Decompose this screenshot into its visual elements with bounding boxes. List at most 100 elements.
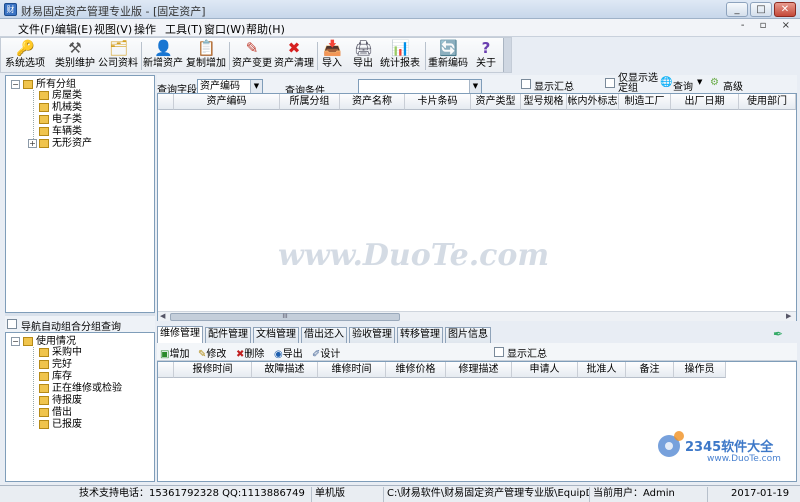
column-header[interactable]: 维修时间 [318, 362, 386, 378]
scrollbar-thumb[interactable]: III [170, 313, 400, 321]
tree-node-usage[interactable]: 使用情况 [23, 336, 76, 347]
column-header[interactable]: 操作员 [674, 362, 726, 378]
detail-add-button[interactable]: ▣增加 [160, 345, 189, 360]
tab-pictures[interactable]: 图片信息 [445, 327, 491, 343]
tab-acceptance[interactable]: 验收管理 [349, 327, 395, 343]
tree-node-category[interactable]: 车辆类 [39, 126, 82, 137]
recode-icon: 🔄 [439, 39, 458, 57]
detail-edit-button[interactable]: ✎修改 [198, 345, 226, 360]
detail-delete-button[interactable]: ✖删除 [236, 345, 264, 360]
query-button[interactable]: 查询 [673, 78, 693, 93]
menu-view[interactable]: 视图(V) [94, 21, 132, 37]
mdi-controls[interactable]: - ▫ × [741, 20, 796, 31]
category-maintain-button[interactable]: ⚒ 类别维护 [55, 40, 95, 72]
query-field-select[interactable]: 资产编码 ▼ [197, 79, 263, 94]
tree-node-status[interactable]: 借出 [39, 407, 72, 418]
tree-expander[interactable]: + [28, 139, 37, 148]
column-header[interactable]: 报修时间 [174, 362, 252, 378]
column-header[interactable]: 申请人 [512, 362, 578, 378]
column-header[interactable]: 资产名称 [340, 94, 405, 110]
app-icon[interactable]: 财 [4, 3, 17, 16]
delete-x-icon: ✖ [287, 39, 301, 57]
tab-transfer[interactable]: 转移管理 [397, 327, 443, 343]
asset-grid[interactable]: 资产编码 所属分组 资产名称 卡片条码 资产类型 型号规格 帐内外标志 制造工厂… [157, 93, 797, 321]
column-header[interactable]: 卡片条码 [405, 94, 471, 110]
export-button[interactable]: 🖨 导出 [350, 40, 376, 72]
tab-lending[interactable]: 借出还入 [301, 327, 347, 343]
menu-operation[interactable]: 操作 [134, 21, 156, 37]
query-condition-input[interactable]: ▼ [358, 79, 482, 94]
close-button[interactable]: ✕ [774, 2, 796, 17]
tree-node-status[interactable]: 采购中 [39, 347, 82, 358]
column-header[interactable]: 帐内外标志 [567, 94, 619, 110]
show-summary-checkbox[interactable] [521, 79, 531, 89]
tab-parts[interactable]: 配件管理 [205, 327, 251, 343]
column-header[interactable]: 备注 [626, 362, 674, 378]
column-header[interactable]: 故障描述 [252, 362, 318, 378]
tree-node-category[interactable]: 无形资产 [39, 138, 92, 149]
toolbar-grip[interactable] [503, 38, 511, 72]
column-header[interactable]: 资产编码 [174, 94, 280, 110]
copy-add-button[interactable]: 📋 复制增加 [186, 40, 226, 72]
column-header[interactable]: 资产类型 [471, 94, 521, 110]
show-selected-group-checkbox[interactable] [605, 78, 615, 88]
column-header[interactable]: 修理描述 [446, 362, 512, 378]
folder-icon [23, 80, 33, 89]
menu-window[interactable]: 窗口(W) [204, 21, 245, 37]
folder-icon [39, 372, 49, 381]
grid-row-indicator [158, 94, 174, 110]
company-icon: 🗂 [109, 39, 129, 57]
scroll-left-icon[interactable]: ◀ [160, 312, 165, 320]
grid-horizontal-scrollbar[interactable]: ◀ III ▶ [158, 311, 796, 321]
restore-button[interactable]: □ [750, 2, 772, 17]
statistics-report-button[interactable]: 📊 统计报表 [380, 40, 420, 72]
column-header[interactable]: 使用部门 [739, 94, 796, 110]
column-header[interactable]: 所属分组 [280, 94, 340, 110]
tree-node-status[interactable]: 完好 [39, 359, 72, 370]
tree-node-status[interactable]: 正在维修或检验 [39, 383, 122, 394]
import-button[interactable]: 📥 导入 [319, 40, 345, 72]
detail-summary-checkbox[interactable] [494, 347, 504, 357]
tree-node-status[interactable]: 待报废 [39, 395, 82, 406]
nav-group-query-checkbox[interactable] [7, 319, 17, 329]
minimize-button[interactable]: _ [726, 2, 748, 17]
folder-icon [39, 420, 49, 429]
tree-expander[interactable]: − [11, 80, 20, 89]
column-header[interactable]: 批准人 [578, 362, 626, 378]
menu-bar: 文件(F) 编辑(E) 视图(V) 操作 工具(T) 窗口(W) 帮助(H) [0, 19, 800, 37]
detail-design-button[interactable]: ✐设计 [312, 345, 340, 360]
asset-change-button[interactable]: ✎ 资产变更 [232, 40, 272, 72]
column-header[interactable]: 出厂日期 [671, 94, 739, 110]
export-icon: 🖨 [354, 39, 374, 57]
tree-node-category[interactable]: 机械类 [39, 102, 82, 113]
chart-icon: 📊 [391, 39, 410, 57]
scroll-right-icon[interactable]: ▶ [786, 312, 791, 320]
company-info-button[interactable]: 🗂 公司资料 [98, 40, 138, 72]
tab-documents[interactable]: 文档管理 [253, 327, 299, 343]
column-header[interactable]: 型号规格 [521, 94, 567, 110]
folder-icon [39, 91, 49, 100]
column-header[interactable]: 维修价格 [386, 362, 446, 378]
menu-tools[interactable]: 工具(T) [165, 21, 202, 37]
advanced-button[interactable]: 高级 [723, 78, 743, 93]
tree-node-category[interactable]: 房屋类 [39, 90, 82, 101]
asset-cleanup-button[interactable]: ✖ 资产清理 [274, 40, 314, 72]
about-button[interactable]: ? 关于 [473, 40, 499, 72]
chevron-down-icon[interactable]: ▼ [697, 78, 702, 86]
tree-node-category[interactable]: 电子类 [39, 114, 82, 125]
tree-node-status[interactable]: 已报废 [39, 419, 82, 430]
tree-node-status[interactable]: 库存 [39, 371, 72, 382]
detail-export-button[interactable]: ◉导出 [274, 345, 303, 360]
system-options-button[interactable]: 🔑 系统选项 [5, 40, 45, 72]
tree-node-all-groups[interactable]: 所有分组 [23, 79, 76, 90]
menu-file[interactable]: 文件(F) [18, 21, 55, 37]
menu-edit[interactable]: 编辑(E) [55, 21, 93, 37]
tree-expander[interactable]: − [11, 337, 20, 346]
recode-button[interactable]: 🔄 重新编码 [428, 40, 468, 72]
tab-repair[interactable]: 维修管理 [157, 326, 203, 343]
pin-icon[interactable]: ✒ [773, 327, 783, 341]
column-header[interactable]: 制造工厂 [619, 94, 671, 110]
menu-help[interactable]: 帮助(H) [246, 21, 285, 37]
show-selected-group-label: 仅显示选定组 [618, 73, 658, 94]
add-asset-button[interactable]: 👤 新增资产 [143, 40, 183, 72]
